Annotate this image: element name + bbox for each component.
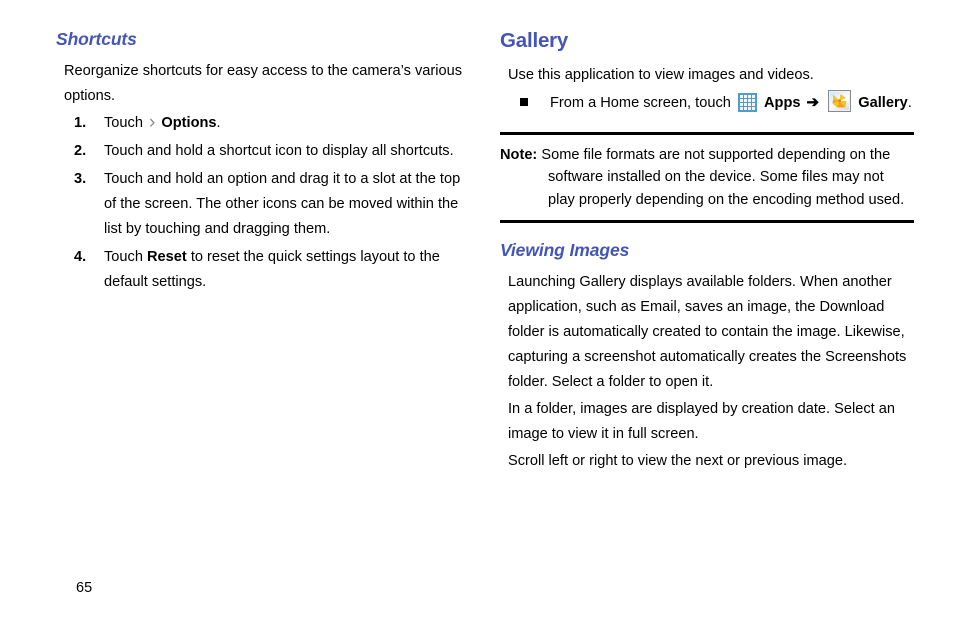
gallery-label: Gallery <box>858 94 908 111</box>
viewing-images-paragraph-2: In a folder, images are displayed by cre… <box>508 401 895 443</box>
arrow-right-icon: ➔ <box>806 93 820 111</box>
step-text: Touch and hold an option and drag it to … <box>104 171 461 238</box>
chevron-right-icon: › <box>149 112 156 134</box>
gallery-flower-icon <box>828 89 852 112</box>
step-text-bold: Options <box>161 115 217 132</box>
step-text-pre: Touch <box>104 249 143 266</box>
gallery-intro-paragraph: Use this application to view images and … <box>508 66 814 83</box>
note-first-line: Note: Some file formats are not supporte… <box>500 144 914 167</box>
list-item: 2. Touch and hold a shortcut icon to dis… <box>56 139 468 164</box>
gallery-bullet-list: From a Home screen, touch Apps ➔ Gallery… <box>500 89 916 116</box>
note-callout: Note: Some file formats are not supporte… <box>500 131 914 224</box>
list-item: 3. Touch and hold an option and drag it … <box>56 167 468 242</box>
step-number: 2. <box>74 143 87 160</box>
step-text-pre: Touch <box>104 115 143 132</box>
note-text-line-2: software installed on the device. Some f… <box>548 169 884 186</box>
manual-page: Shortcuts Reorganize shortcuts for easy … <box>0 0 954 636</box>
shortcuts-step-list: 1. Touch › Options. 2. Touch and hold a … <box>56 111 468 295</box>
viewing-images-paragraph-1: Launching Gallery displays available fol… <box>508 274 907 391</box>
list-item: From a Home screen, touch Apps ➔ Gallery… <box>500 89 916 116</box>
viewing-images-paragraph-3: Scroll left or right to view the next or… <box>508 453 848 470</box>
apps-grid-icon <box>737 92 757 112</box>
step-number: 1. <box>74 115 87 132</box>
gallery-icon-flower-shape <box>832 93 847 108</box>
bullet-text-pre: From a Home screen, touch <box>550 94 731 111</box>
section-heading-shortcuts: Shortcuts <box>56 29 137 49</box>
section-heading-gallery: Gallery <box>500 29 569 52</box>
right-column: Gallery Use this application to view ima… <box>500 29 916 476</box>
list-item: 4. Touch Reset to reset the quick settin… <box>56 245 468 295</box>
left-column: Shortcuts Reorganize shortcuts for easy … <box>56 29 468 298</box>
section-heading-viewing-images: Viewing Images <box>500 240 630 261</box>
note-text-line-1: Some file formats are not supported depe… <box>541 146 891 163</box>
step-number: 3. <box>74 171 87 188</box>
step-text-post: . <box>216 115 221 132</box>
square-bullet-icon <box>520 97 528 106</box>
note-label: Note: <box>500 146 538 163</box>
page-number: 65 <box>76 580 93 596</box>
step-number: 4. <box>74 249 87 266</box>
note-text-line-3: play properly depending on the encoding … <box>548 191 905 208</box>
step-text-bold: Reset <box>147 249 187 266</box>
list-item: 1. Touch › Options. <box>56 111 468 136</box>
step-text: Touch and hold a shortcut icon to displa… <box>104 143 454 160</box>
bullet-text-post: . <box>907 94 912 111</box>
shortcuts-intro-paragraph: Reorganize shortcuts for easy access to … <box>64 63 463 105</box>
apps-label: Apps <box>764 94 801 111</box>
